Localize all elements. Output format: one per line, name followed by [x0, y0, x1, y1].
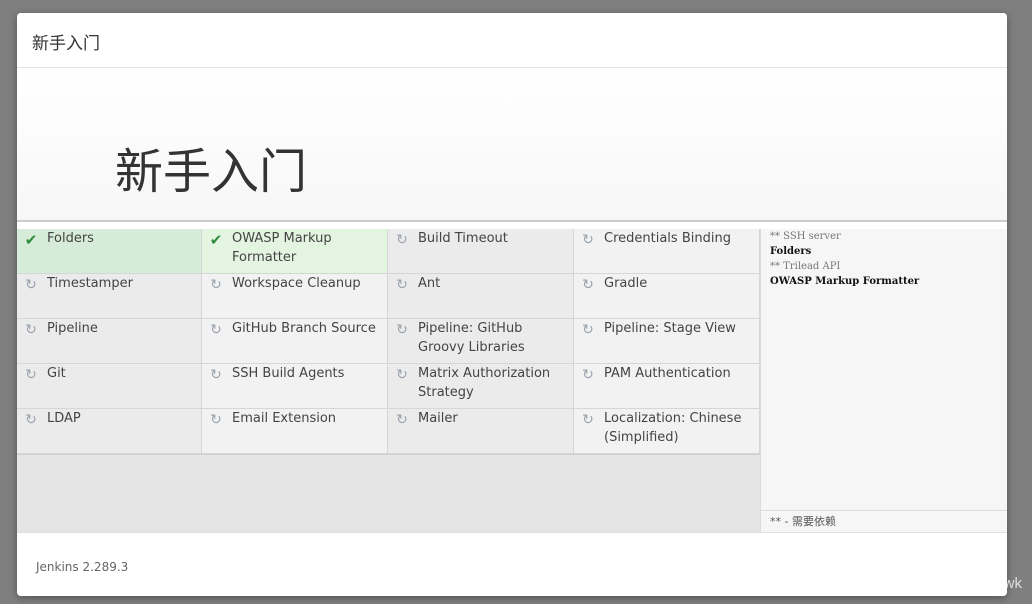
jenkins-version: Jenkins 2.289.3 — [36, 560, 129, 574]
refresh-icon: ↻ — [582, 322, 594, 338]
plugin-item: ↻ Workspace Cleanup — [202, 274, 388, 319]
refresh-icon: ↻ — [582, 277, 594, 293]
refresh-icon: ↻ — [25, 322, 37, 338]
log-line: ** SSH server — [770, 231, 841, 242]
plugin-name: Email Extension — [232, 411, 337, 426]
dialog-title: 新手入门 — [32, 34, 100, 54]
plugin-item: ↻ Gradle — [574, 274, 760, 319]
plugin-name: Timestamper — [47, 276, 133, 291]
plugin-item: ✔ OWASP Markup Formatter — [202, 229, 388, 274]
install-log: ** SSH server Folders ** Trilead API OWASP … — [770, 229, 1003, 289]
plugin-item: ↻ PAM Authentication — [574, 364, 760, 409]
log-legend: ** - 需要依赖 — [761, 510, 1007, 532]
plugin-item: ↻ Ant — [388, 274, 574, 319]
refresh-icon: ↻ — [396, 277, 408, 293]
plugin-item: ↻ Pipeline: Stage View — [574, 319, 760, 364]
plugin-item: ✔ Folders — [17, 229, 202, 274]
refresh-icon: ↻ — [582, 367, 594, 383]
plugin-name: Folders — [47, 231, 94, 246]
refresh-icon: ↻ — [396, 412, 408, 428]
plugin-name: Gradle — [604, 276, 648, 291]
refresh-icon: ↻ — [396, 322, 408, 338]
check-icon: ✔ — [209, 231, 223, 249]
plugin-item: ↻ Build Timeout — [388, 229, 574, 274]
plugin-item: ↻ Matrix Authorization Strategy — [388, 364, 574, 409]
hero-banner: 新手入门 — [17, 68, 1007, 284]
plugin-grid: ✔ Folders ✔ OWASP Markup Formatter ↻ Build Ti… — [17, 229, 760, 455]
plugin-item: ↻ Timestamper — [17, 274, 202, 319]
plugin-item: ↻ Pipeline: GitHub Groovy Libraries — [388, 319, 574, 364]
plugin-name: Pipeline: Stage View — [604, 321, 736, 336]
refresh-icon: ↻ — [396, 367, 408, 383]
log-line: Folders — [770, 246, 812, 257]
plugin-item: ↻ Credentials Binding — [574, 229, 760, 274]
refresh-icon: ↻ — [25, 277, 37, 293]
plugin-item: ↻ Mailer — [388, 409, 574, 454]
refresh-icon: ↻ — [582, 232, 594, 248]
plugin-list-area: ✔ Folders ✔ OWASP Markup Formatter ↻ Build Ti… — [17, 229, 760, 532]
refresh-icon: ↻ — [210, 412, 222, 428]
check-icon: ✔ — [24, 231, 38, 249]
log-line: ** Trilead API — [770, 261, 841, 272]
plugin-item: ↻ Email Extension — [202, 409, 388, 454]
plugin-name: GitHub Branch Source — [232, 321, 376, 336]
install-log-panel[interactable]: ** SSH server Folders ** Trilead API OWASP … — [760, 229, 1007, 532]
plugin-name: PAM Authentication — [604, 366, 731, 381]
plugin-name: Credentials Binding — [604, 231, 731, 246]
plugin-name: LDAP — [47, 411, 81, 426]
plugin-name: Matrix Authorization Strategy — [418, 366, 551, 400]
refresh-icon: ↻ — [396, 232, 408, 248]
plugin-item: ↻ Localization: Chinese (Simplified) — [574, 409, 760, 454]
watermark: https://blog.csdn.net/RollsRoycewk — [789, 575, 1022, 592]
plugin-item: ↻ Pipeline — [17, 319, 202, 364]
refresh-icon: ↻ — [210, 322, 222, 338]
plugin-item: ↻ LDAP — [17, 409, 202, 454]
plugin-name: Pipeline — [47, 321, 98, 336]
refresh-icon: ↻ — [210, 277, 222, 293]
plugin-name: SSH Build Agents — [232, 366, 345, 381]
plugin-name: Build Timeout — [418, 231, 508, 246]
refresh-icon: ↻ — [582, 412, 594, 428]
plugin-name: Git — [47, 366, 66, 381]
hero-title: 新手入门 — [115, 144, 308, 200]
setup-dialog: 新手入门 新手入门 ✔ Folders ✔ OWASP Markup Formatte… — [17, 13, 1007, 596]
plugin-item: ↻ SSH Build Agents — [202, 364, 388, 409]
refresh-icon: ↻ — [210, 367, 222, 383]
plugin-name: Mailer — [418, 411, 458, 426]
plugin-item: ↻ Git — [17, 364, 202, 409]
plugin-name: Pipeline: GitHub Groovy Libraries — [418, 321, 525, 355]
plugin-name: Ant — [418, 276, 441, 291]
plugin-name: OWASP Markup Formatter — [232, 231, 332, 265]
plugin-name: Workspace Cleanup — [232, 276, 361, 291]
plugin-item: ↻ GitHub Branch Source — [202, 319, 388, 364]
refresh-icon: ↻ — [25, 367, 37, 383]
refresh-icon: ↻ — [25, 412, 37, 428]
log-line: OWASP Markup Formatter — [770, 276, 920, 287]
dialog-header: 新手入门 — [17, 13, 1007, 68]
plugin-name: Localization: Chinese (Simplified) — [604, 411, 742, 445]
